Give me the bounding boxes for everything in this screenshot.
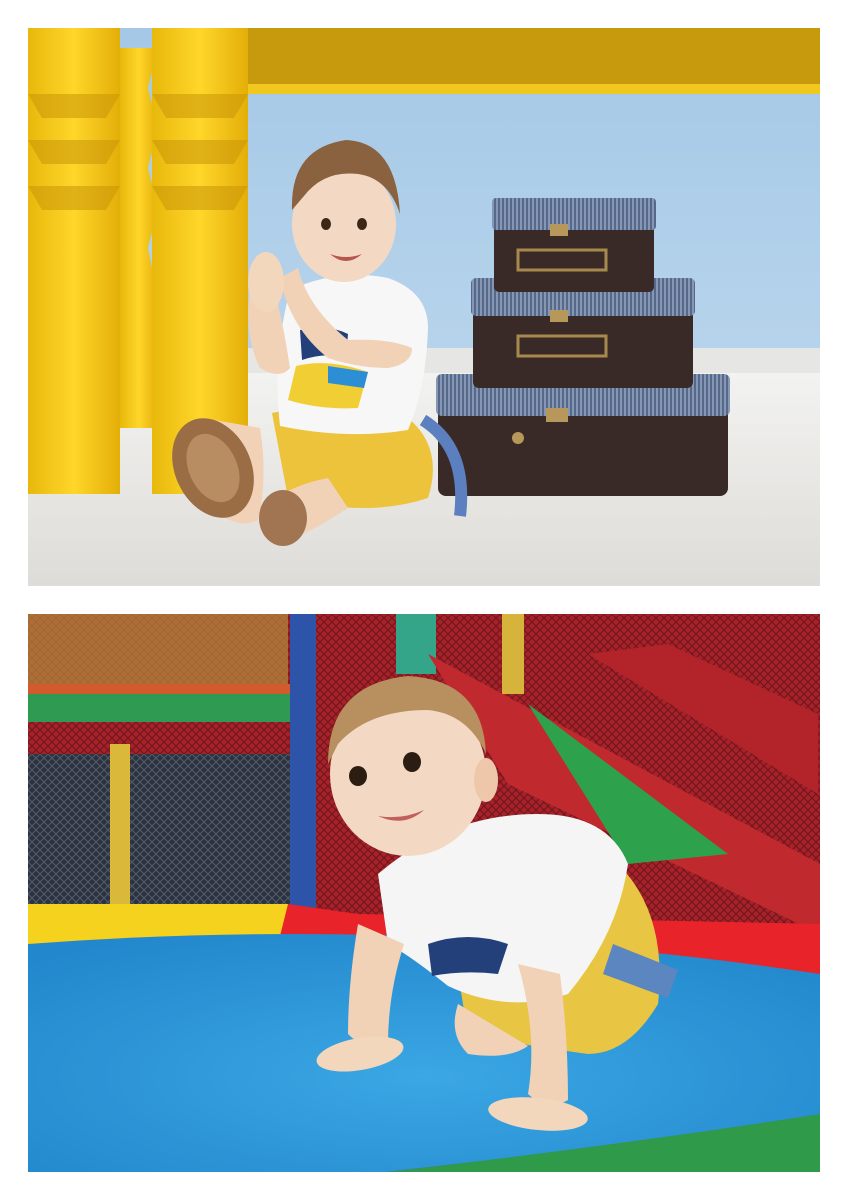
photo-toddler-crawling xyxy=(28,614,820,1172)
photo-toddler-sitting-image xyxy=(28,28,820,586)
photo-toddler-sitting xyxy=(28,28,820,586)
photo-toddler-crawling-image xyxy=(28,614,820,1172)
green-padded-beam xyxy=(28,692,300,722)
